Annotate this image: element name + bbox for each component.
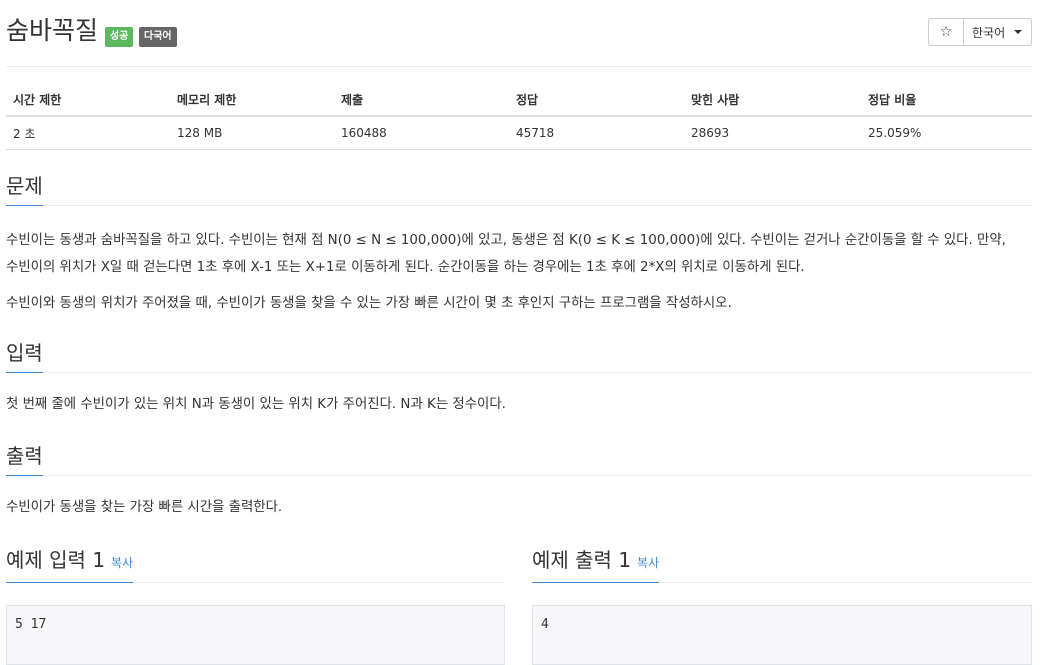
sample-input-box[interactable]: 5 17 xyxy=(6,605,505,665)
header-accepted: 정답 xyxy=(509,84,684,117)
input-description: 첫 번째 줄에 수빈이가 있는 위치 N과 동생이 있는 위치 K가 주어진다.… xyxy=(6,397,506,412)
star-button[interactable]: ☆ xyxy=(928,18,964,46)
sample-output-section: 예제 출력 1 복사 4 xyxy=(532,546,1032,665)
input-section: 입력 첫 번째 줄에 수빈이가 있는 위치 N과 동생이 있는 위치 K가 주어… xyxy=(6,339,1032,418)
section-heading-label: 입력 xyxy=(6,339,43,373)
sample-output-title: 예제 출력 1 xyxy=(532,548,632,572)
description-line: 수빈이와 동생의 위치가 주어졌을 때, 수빈이가 동생을 찾을 수 있는 가장… xyxy=(6,296,732,311)
section-heading: 예제 출력 1 복사 xyxy=(532,546,1032,583)
sample-output-heading: 예제 출력 1 복사 xyxy=(532,546,660,583)
output-description: 수빈이가 동생을 찾는 가장 빠른 시간을 출력한다. xyxy=(6,500,283,515)
copy-sample-input-link[interactable]: 복사 xyxy=(111,556,133,570)
problem-title: 숨바꼭질 xyxy=(6,16,99,45)
star-icon: ☆ xyxy=(939,24,953,40)
header-ratio: 정답 비율 xyxy=(861,84,1032,117)
section-heading: 문제 xyxy=(6,172,1032,206)
sample-input-section: 예제 입력 1 복사 5 17 xyxy=(6,546,505,665)
description-line: 수빈이의 위치가 X일 때 걷는다면 1초 후에 X-1 또는 X+1로 이동하… xyxy=(6,260,805,275)
header-submissions: 제출 xyxy=(334,84,509,117)
table-header-row: 시간 제한 메모리 제한 제출 정답 맞힌 사람 정답 비율 xyxy=(6,84,1032,117)
table-row: 2 초 128 MB 160488 45718 28693 25.059% xyxy=(6,116,1032,150)
ratio-value: 25.059% xyxy=(861,116,1032,150)
header-solvers: 맞힌 사람 xyxy=(684,84,861,117)
caret-down-icon xyxy=(1014,30,1023,34)
problem-toolbar: ☆ 한국어 xyxy=(928,18,1032,46)
description-line: 수빈이는 동생과 숨바꼭질을 하고 있다. 수빈이는 현재 점 N(0 ≤ N … xyxy=(6,233,1006,248)
success-badge: 성공 xyxy=(105,27,134,47)
multilang-badge: 다국어 xyxy=(139,27,177,47)
problem-page: 숨바꼭질 성공 다국어 ☆ 한국어 시간 제한 메모리 제한 제출 정답 맞힌 … xyxy=(6,0,1032,665)
time-limit-value: 2 초 xyxy=(6,116,170,150)
accepted-value: 45718 xyxy=(509,116,684,150)
sample-input-title: 예제 입력 1 xyxy=(6,548,106,572)
submissions-value: 160488 xyxy=(334,116,509,150)
problem-info-table: 시간 제한 메모리 제한 제출 정답 맞힌 사람 정답 비율 2 초 128 M… xyxy=(6,84,1032,150)
section-heading: 예제 입력 1 복사 xyxy=(6,546,505,583)
section-heading-label: 문제 xyxy=(6,172,43,206)
section-heading: 출력 xyxy=(6,442,1032,476)
section-heading-label: 출력 xyxy=(6,442,43,476)
problem-description: 수빈이는 동생과 숨바꼭질을 하고 있다. 수빈이는 현재 점 N(0 ≤ N … xyxy=(6,227,1032,317)
memory-limit-value: 128 MB xyxy=(170,116,334,150)
sample-output-box[interactable]: 4 xyxy=(532,605,1032,665)
problem-description-section: 문제 수빈이는 동생과 숨바꼭질을 하고 있다. 수빈이는 현재 점 N(0 ≤… xyxy=(6,172,1032,317)
header-memory-limit: 메모리 제한 xyxy=(170,84,334,117)
output-section: 출력 수빈이가 동생을 찾는 가장 빠른 시간을 출력한다. xyxy=(6,442,1032,521)
section-heading: 입력 xyxy=(6,339,1032,373)
language-dropdown[interactable]: 한국어 xyxy=(964,18,1032,46)
sample-input-heading: 예제 입력 1 복사 xyxy=(6,546,134,583)
language-label: 한국어 xyxy=(972,25,1006,40)
problem-header: 숨바꼭질 성공 다국어 ☆ 한국어 xyxy=(6,0,1032,67)
copy-sample-output-link[interactable]: 복사 xyxy=(637,556,659,570)
solvers-value: 28693 xyxy=(684,116,861,150)
header-time-limit: 시간 제한 xyxy=(6,84,170,117)
